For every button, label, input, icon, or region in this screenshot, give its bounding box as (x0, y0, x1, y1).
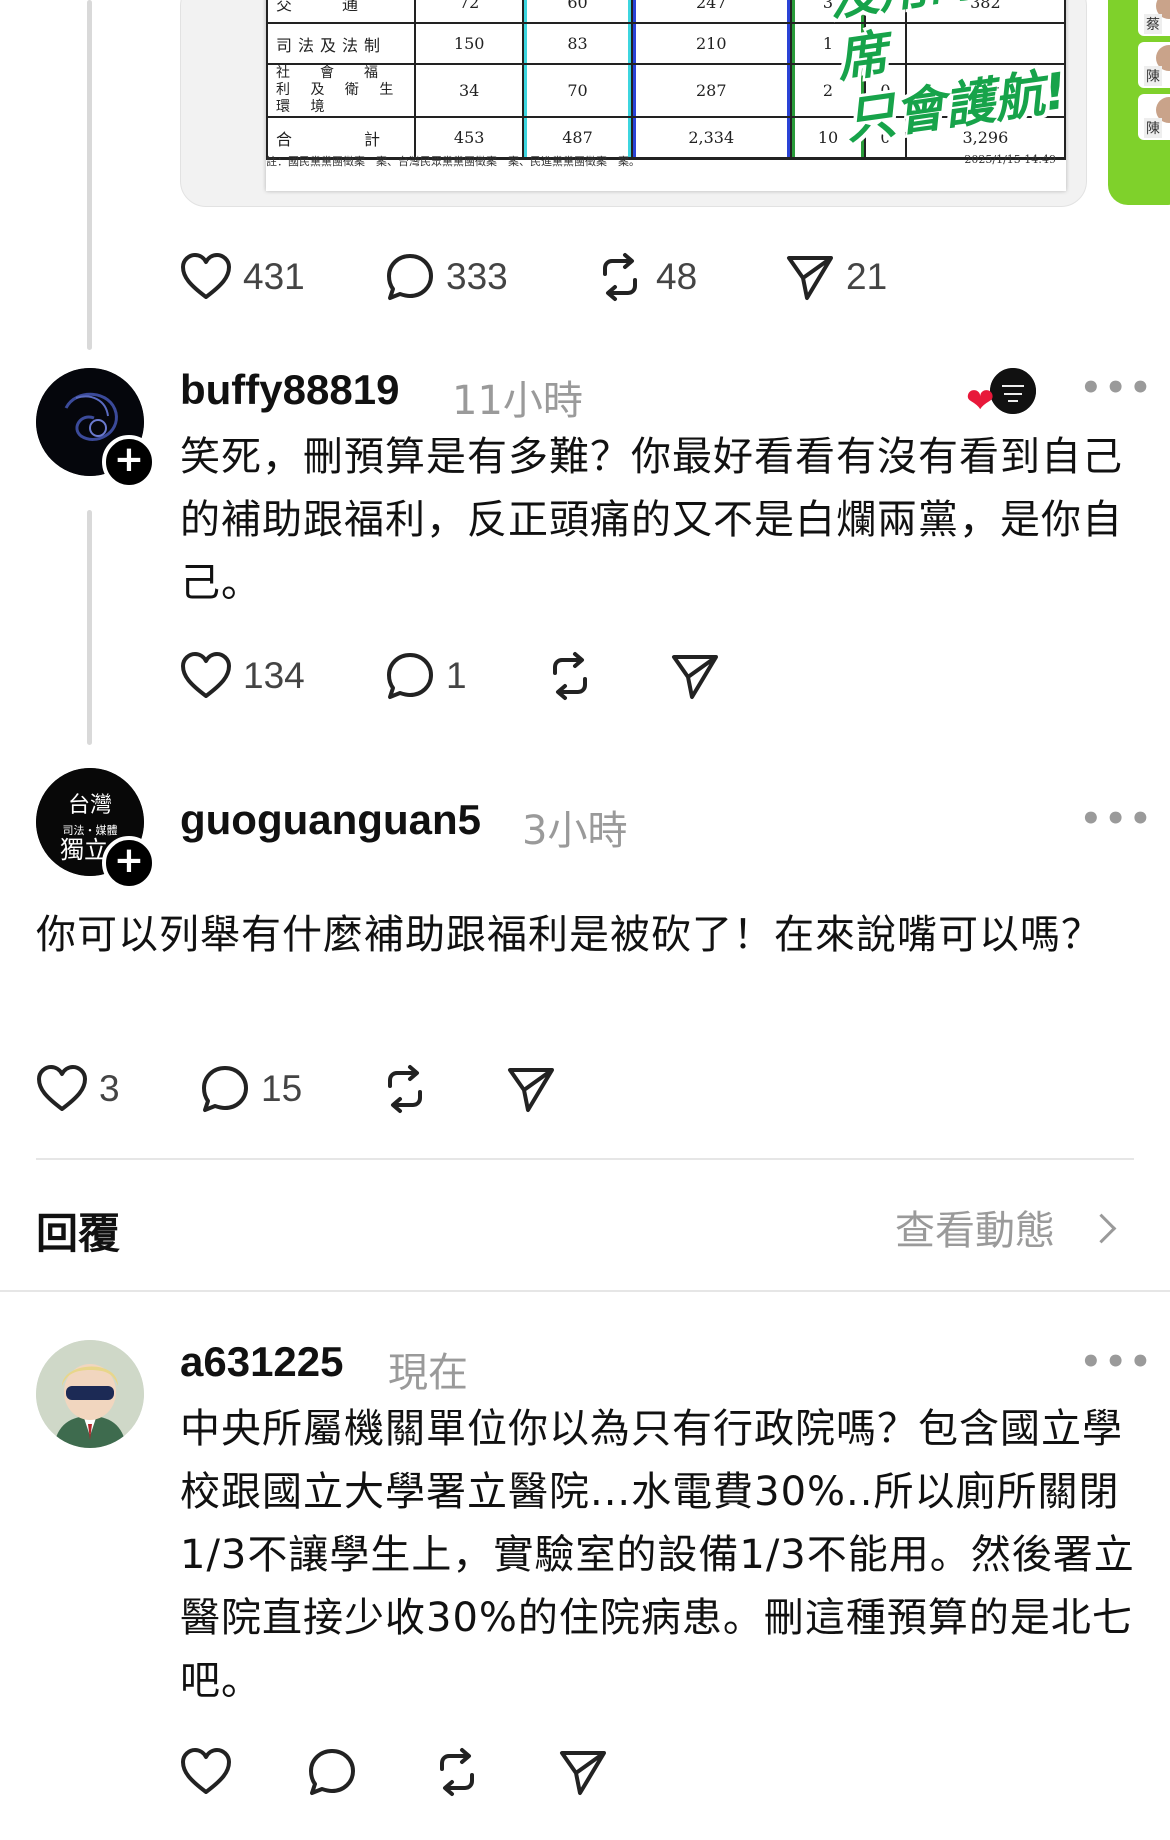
comment-count: 15 (261, 1068, 303, 1109)
like-button[interactable] (180, 1747, 232, 1797)
timestamp: 3小時 (522, 808, 628, 854)
candidate-name: 陳 (1144, 118, 1162, 138)
follow-plus-icon[interactable]: + (102, 836, 156, 890)
thread-line (87, 0, 92, 350)
table-cell: 交 通 (266, 0, 416, 24)
follow-plus-icon[interactable]: + (102, 435, 156, 489)
heart-icon (181, 253, 231, 299)
like-button[interactable]: 3 (36, 1064, 120, 1114)
svg-text:獨立: 獨立 (60, 836, 108, 864)
table-cell: 150 (413, 22, 525, 65)
divider (0, 1290, 1170, 1292)
repost-count: 48 (656, 256, 698, 297)
table-cell: 70 (522, 63, 633, 118)
comment-count: 1 (446, 655, 467, 696)
username[interactable]: buffy88819 (180, 366, 399, 414)
table-cell: 60 (522, 0, 633, 24)
table-cell: 社 會 福 利 及 衛 生 環 境 (266, 63, 416, 118)
replies-title: 回覆 (36, 1209, 121, 1258)
share-button[interactable] (670, 651, 720, 701)
post-image-2[interactable]: 蔡 陳 陳 (1108, 0, 1170, 205)
post-actions: 3 15 (36, 1064, 636, 1114)
comment-icon (387, 254, 433, 300)
heart-icon (181, 652, 231, 698)
share-icon (672, 655, 718, 699)
username[interactable]: a631225 (180, 1338, 344, 1386)
reply-actions (180, 1747, 680, 1797)
post-image[interactable]: 交 通 72 60 247 3 382 司法及法制 150 83 210 1 社… (180, 0, 1087, 207)
table-cell: 司法及法制 (266, 22, 416, 65)
repost-button[interactable]: 48 (595, 252, 697, 302)
table-cell: 72 (413, 0, 525, 24)
liker-avatar-art (990, 368, 1036, 414)
post-text: 你可以列舉有什麼補助跟福利是被砍了！在來說嘴可以嗎？ (36, 912, 1102, 958)
svg-text:司法・媒體: 司法・媒體 (63, 823, 118, 837)
post-actions: 134 1 (180, 651, 780, 701)
svg-text:台灣: 台灣 (68, 793, 112, 818)
share-icon (560, 1751, 606, 1795)
table-cell: 287 (630, 63, 792, 118)
budget-table-sheet: 交 通 72 60 247 3 382 司法及法制 150 83 210 1 社… (266, 0, 1070, 191)
comment-icon (309, 1749, 355, 1795)
table-cell: 83 (522, 22, 633, 65)
candidate-thumb: 蔡 (1138, 0, 1170, 36)
repost-icon (440, 1748, 474, 1796)
comment-icon (387, 653, 433, 699)
avatar[interactable] (36, 1340, 144, 1448)
comment-button[interactable] (307, 1747, 357, 1797)
post-text: 笑死，刪預算是有多難？你最好看看有沒有看到自己的補助跟福利，反正頭痛的又不是白爛… (180, 434, 1123, 606)
like-button[interactable]: 431 (180, 252, 305, 302)
candidate-thumb: 陳 (1138, 94, 1170, 140)
repost-icon (603, 253, 637, 301)
repost-button[interactable] (380, 1064, 430, 1114)
post-actions: 431 333 48 21 (180, 252, 980, 302)
repost-icon (388, 1065, 422, 1113)
candidate-thumb: 陳 (1138, 42, 1170, 88)
liker-avatar[interactable] (988, 366, 1038, 416)
footnote-date: 2025/1/15 14:49 (964, 153, 1056, 166)
view-activity-label: 查看動態 (895, 1208, 1055, 1254)
like-count: 431 (243, 256, 305, 297)
candidate-name: 陳 (1144, 66, 1162, 86)
heart-icon (37, 1065, 87, 1111)
like-count: 134 (243, 655, 305, 696)
thread-line (87, 510, 92, 745)
avatar-art (36, 1340, 144, 1448)
share-button[interactable]: 21 (785, 252, 887, 302)
more-icon[interactable]: ••• (1080, 368, 1154, 408)
divider (36, 1158, 1134, 1160)
chevron-right-icon (1086, 1213, 1117, 1244)
timestamp: 現在 (388, 1350, 468, 1396)
comment-button[interactable]: 15 (200, 1064, 302, 1114)
footnote-text: 註：國民黨黨團徵案 案、台灣民眾黨黨團徵案 案、民進黨黨團徵案 案。 (266, 155, 640, 168)
repost-button[interactable] (432, 1747, 482, 1797)
like-button[interactable]: 134 (180, 651, 305, 701)
table-cell: 247 (630, 0, 792, 24)
candidate-name: 蔡 (1144, 14, 1162, 34)
share-icon (508, 1068, 554, 1112)
share-icon (787, 256, 833, 300)
comment-button[interactable]: 333 (385, 252, 508, 302)
timestamp: 11小時 (452, 378, 583, 424)
more-icon[interactable]: ••• (1080, 799, 1154, 839)
table-cell: 210 (630, 22, 792, 65)
comment-count: 333 (446, 256, 508, 297)
repost-button[interactable] (545, 651, 595, 701)
comment-icon (202, 1066, 248, 1112)
comment-button[interactable]: 1 (385, 651, 467, 701)
share-button[interactable] (558, 1747, 608, 1797)
heart-icon (181, 1748, 231, 1794)
share-count: 21 (846, 256, 888, 297)
repost-icon (553, 652, 587, 700)
more-icon[interactable]: ••• (1080, 1342, 1154, 1382)
view-activity-link[interactable]: 查看動態 (895, 1198, 1135, 1254)
username[interactable]: guoguanguan5 (180, 796, 481, 844)
table-cell: 34 (413, 63, 525, 118)
liked-heart-icon: ❤ (966, 381, 995, 421)
reply-text: 中央所屬機關單位你以為只有行政院嗎？包含國立學校跟國立大學署立醫院...水電費3… (180, 1406, 1135, 1704)
like-count: 3 (99, 1068, 120, 1109)
share-button[interactable] (506, 1064, 556, 1114)
table-footnote: 註：國民黨黨團徵案 案、台灣民眾黨黨團徵案 案、民進黨黨團徵案 案。 2025/… (266, 153, 1056, 169)
